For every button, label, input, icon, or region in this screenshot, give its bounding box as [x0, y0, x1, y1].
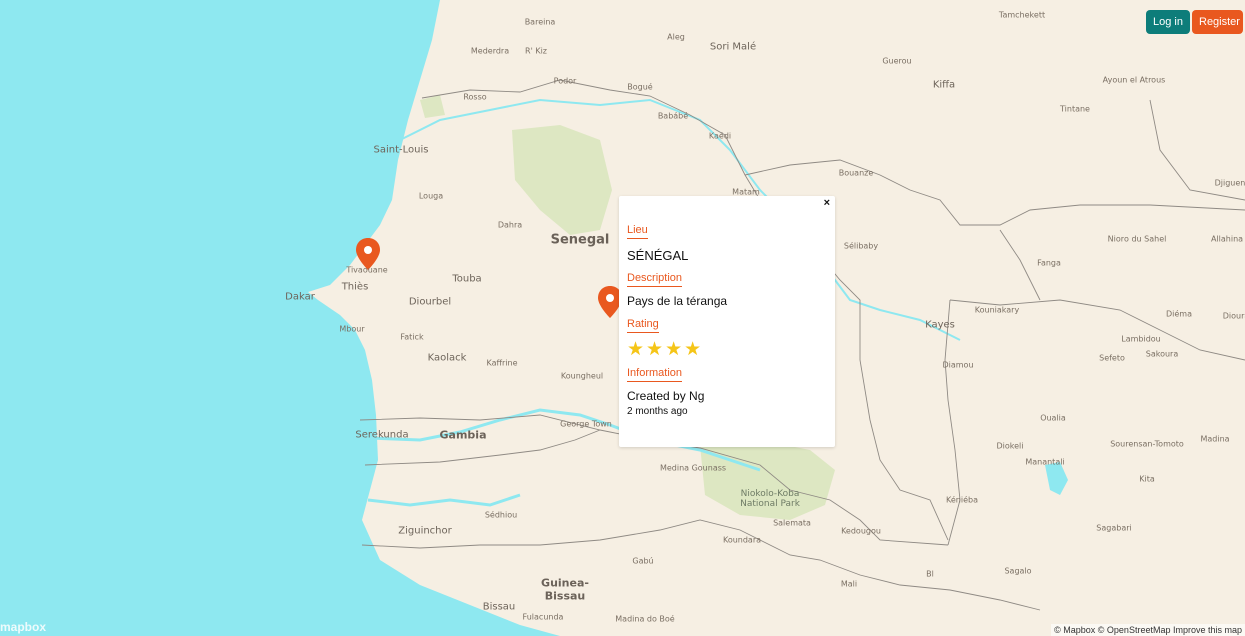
lieu-value: SÉNÉGAL — [627, 248, 689, 263]
place-label: Medina Gounass — [659, 463, 727, 473]
place-label: Sakoura — [1145, 349, 1179, 359]
place-label: Sefeto — [1099, 353, 1125, 363]
place-label: Fanga — [1037, 258, 1061, 268]
login-button[interactable]: Log in — [1146, 10, 1190, 34]
place-label: Diéma — [1166, 309, 1192, 319]
place-label: Mbour — [339, 324, 365, 334]
place-label: Podor — [553, 76, 577, 86]
place-label: Aleg — [667, 32, 685, 42]
lieu-label: Lieu — [627, 224, 648, 239]
description-value: Pays de la téranga — [627, 294, 728, 308]
place-label: Allahina — [1210, 234, 1244, 244]
place-label: Dahra — [497, 220, 523, 230]
place-label: Bareina — [524, 17, 556, 27]
country-label-senegal: Senegal — [550, 232, 610, 248]
place-label: Fulacunda — [522, 612, 564, 622]
place-label: Rosso — [463, 92, 487, 102]
place-label: Kaffrine — [486, 358, 518, 368]
place-label: Diokeli — [996, 441, 1024, 451]
place-label: R' Kiz — [525, 46, 547, 56]
place-label: Fatick — [400, 332, 424, 342]
place-label: Diourbel — [408, 296, 452, 308]
place-label: Ziguinchor — [398, 525, 452, 537]
place-label: Kita — [1139, 474, 1155, 484]
rating-label: Rating — [627, 318, 659, 333]
place-label: Oualia — [1040, 413, 1066, 423]
place-label: Kedougou — [841, 526, 881, 536]
place-label: Babábé — [657, 111, 689, 121]
location-popup: × Lieu SÉNÉGAL Description Pays de la té… — [619, 196, 835, 447]
close-icon[interactable]: × — [824, 198, 830, 209]
place-label: Salemata — [773, 518, 811, 528]
place-label: Koundara — [722, 535, 762, 545]
place-label: Kaédi — [708, 131, 732, 141]
place-label: Saint-Louis — [373, 144, 429, 156]
place-label: Madina do Boé — [615, 614, 675, 624]
place-label: Guerou — [882, 56, 912, 66]
place-label: Tintane — [1060, 104, 1090, 114]
place-label: Lambidou — [1121, 334, 1161, 344]
park-label-niokolo-koba: Niokolo-Koba National Park — [740, 489, 800, 509]
place-label: Bissau — [482, 601, 516, 613]
place-label: Tamchekett — [998, 10, 1046, 20]
place-label: Sori Malé — [709, 41, 757, 53]
country-label-gambia: Gambia — [439, 428, 487, 442]
mapbox-logo[interactable]: mapbox — [0, 620, 46, 634]
place-label: George Town — [560, 419, 612, 429]
place-label: Mali — [840, 579, 858, 589]
place-label: Gabú — [632, 556, 654, 566]
description-label: Description — [627, 272, 683, 287]
place-label: Kiffa — [932, 79, 956, 91]
rating-stars: ★★★★ — [627, 339, 704, 360]
place-label: Kayes — [925, 319, 955, 331]
country-label-guinea-bissau: Guinea- Bissau — [541, 576, 589, 602]
place-label: Bouanze — [838, 168, 874, 178]
information-label: Information — [627, 367, 683, 382]
created-ago: 2 months ago — [627, 406, 688, 417]
place-label: Kouniakary — [974, 305, 1020, 315]
place-label: Sélibaby — [843, 241, 879, 251]
place-label: Tivaouane — [346, 265, 388, 275]
place-label: Niorо du Sahel — [1107, 234, 1167, 244]
created-by: Created by Ng — [627, 389, 705, 403]
place-label: Kéniéba — [946, 495, 978, 505]
place-label: Ayoun el Atrous — [1102, 75, 1166, 85]
place-label: Sédhiou — [484, 510, 518, 520]
place-label: Bogué — [627, 82, 653, 92]
place-label: Djiguen — [1214, 178, 1245, 188]
place-label: Bl — [926, 569, 934, 579]
place-label: Manantali — [1025, 457, 1065, 467]
place-label: Madina — [1200, 434, 1230, 444]
place-label: Touba — [452, 273, 482, 285]
place-label: Sagabari — [1096, 523, 1132, 533]
place-label: Louga — [418, 191, 444, 201]
place-label: Serekunda — [355, 429, 409, 441]
place-label: Sourensan-Tomoto — [1110, 439, 1184, 449]
place-label: Kaolack — [427, 352, 467, 364]
place-label: Dakar — [285, 291, 315, 303]
place-label: Koungheul — [560, 371, 604, 381]
place-label: Dioura — [1222, 311, 1245, 321]
place-label: Mederdra — [470, 46, 510, 56]
place-label: Diamou — [942, 360, 974, 370]
register-button[interactable]: Register — [1192, 10, 1243, 34]
map-attribution[interactable]: © Mapbox © OpenStreetMap Improve this ma… — [1051, 624, 1245, 636]
place-label: Thiès — [341, 281, 369, 293]
place-label: Sagalo — [1004, 566, 1032, 576]
